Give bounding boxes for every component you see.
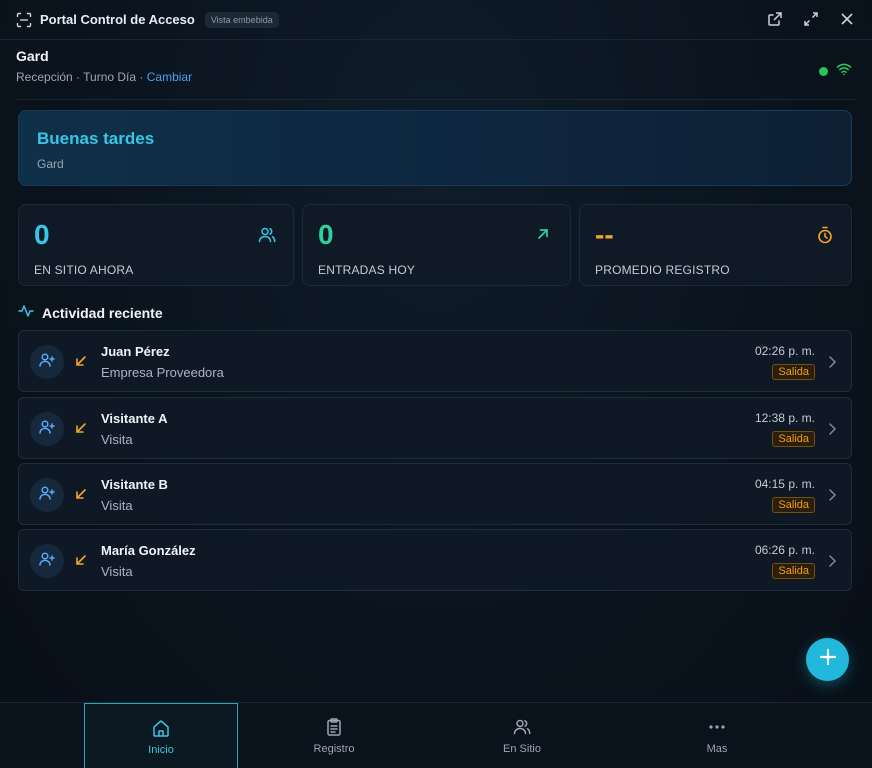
online-dot	[819, 67, 828, 76]
close-icon[interactable]	[838, 10, 856, 28]
window-actions	[766, 10, 856, 28]
nav-item-registro[interactable]: Registro	[257, 703, 411, 768]
activity-title: Actividad reciente	[42, 304, 163, 321]
activity-icon	[18, 303, 34, 322]
avatar	[30, 345, 64, 379]
activity-row[interactable]: Juan Pérez Empresa Proveedora 02:26 p. m…	[18, 330, 852, 392]
chevron-right-icon	[827, 355, 839, 369]
external-link-icon[interactable]	[766, 10, 784, 28]
change-link[interactable]: Cambiar	[147, 70, 192, 84]
visitor-name: Visitante B	[101, 477, 168, 492]
event-time: 12:38 p. m.	[754, 411, 815, 425]
visitor-company: Visita	[101, 432, 133, 447]
stat-value: 0	[318, 219, 334, 250]
avatar	[30, 478, 64, 512]
user-plus-icon	[38, 351, 56, 374]
stat-label: PROMEDIO REGISTRO	[595, 263, 730, 277]
arrow-down-left-icon	[74, 421, 88, 435]
stat-value: --	[595, 219, 614, 250]
embed-badge: Vista embebida	[204, 11, 279, 28]
visitor-company: Visita	[101, 498, 133, 513]
user-plus-icon	[38, 550, 56, 573]
status-badge: Salida	[772, 431, 815, 447]
arrow-down-left-icon	[74, 354, 88, 368]
stopwatch-icon	[815, 225, 837, 247]
nav-label: Mas	[706, 743, 728, 755]
activity-row[interactable]: María González Visita 06:26 p. m. Salida	[18, 529, 852, 591]
status-badge: Salida	[772, 364, 815, 380]
chevron-right-icon	[827, 554, 839, 568]
arrow-down-left-icon	[74, 487, 88, 501]
arrow-down-left-icon	[74, 553, 88, 567]
visitor-company: Visita	[101, 564, 133, 579]
chevron-right-icon	[827, 422, 839, 436]
nav-label: Inicio	[148, 743, 174, 756]
stat-card-onsite: 0 EN SITIO AHORA	[18, 204, 294, 286]
visitor-company: Empresa Proveedora	[101, 365, 224, 380]
nav-item-inicio[interactable]: Inicio	[84, 703, 238, 768]
event-time: 04:15 p. m.	[754, 477, 815, 491]
wifi-icon	[836, 62, 852, 81]
greeting-name: Gard	[37, 157, 64, 171]
nav-label: En Sitio	[503, 743, 541, 755]
scan-icon	[16, 12, 32, 28]
greeting-title: Buenas tardes	[37, 129, 155, 148]
avatar	[30, 544, 64, 578]
app-title: Portal Control de Acceso	[40, 12, 195, 27]
user-context: Recepción · Turno Día · Cambiar	[16, 70, 856, 84]
stat-value: 0	[34, 219, 50, 250]
stat-card-entries: 0 ENTRADAS HOY	[302, 204, 571, 286]
event-time: 06:26 p. m.	[754, 543, 815, 557]
nav-item-en-sitio[interactable]: En Sitio	[445, 703, 599, 768]
stat-label: EN SITIO AHORA	[34, 263, 134, 277]
activity-section-title: Actividad reciente	[18, 303, 163, 322]
clipboard-icon	[324, 717, 344, 737]
stat-label: ENTRADAS HOY	[318, 263, 416, 277]
add-button[interactable]	[806, 638, 849, 681]
chevron-right-icon	[827, 488, 839, 502]
users-icon	[257, 225, 279, 247]
user-name: Gard	[16, 48, 49, 64]
activity-row[interactable]: Visitante B Visita 04:15 p. m. Salida	[18, 463, 852, 525]
status-badge: Salida	[772, 563, 815, 579]
visitor-name: María González	[101, 543, 196, 558]
more-icon	[707, 717, 727, 737]
greeting-card: Buenas tardes Gard	[18, 110, 852, 186]
visitor-name: Juan Pérez	[101, 344, 170, 359]
visitor-name: Visitante A	[101, 411, 168, 426]
maximize-icon[interactable]	[802, 10, 820, 28]
nav-item-mas[interactable]: Mas	[640, 703, 794, 768]
stat-card-average: -- PROMEDIO REGISTRO	[579, 204, 852, 286]
user-header: Gard Recepción · Turno Día · Cambiar	[16, 48, 856, 100]
user-location: Recepción · Turno Día ·	[16, 70, 144, 84]
title-bar: Portal Control de Acceso Vista embebida	[0, 0, 872, 40]
app-window: Portal Control de Acceso Vista embebida …	[0, 0, 872, 768]
user-plus-icon	[38, 418, 56, 441]
plus-icon	[819, 648, 837, 671]
nav-label: Registro	[313, 743, 355, 755]
home-icon	[151, 718, 171, 738]
bottom-nav: Inicio Registro En Sitio Mas	[0, 702, 872, 768]
users-icon	[512, 717, 532, 737]
arrow-up-right-icon	[534, 225, 556, 247]
avatar	[30, 412, 64, 446]
status-badge: Salida	[772, 497, 815, 513]
event-time: 02:26 p. m.	[754, 344, 815, 358]
activity-row[interactable]: Visitante A Visita 12:38 p. m. Salida	[18, 397, 852, 459]
user-plus-icon	[38, 484, 56, 507]
connection-status	[819, 62, 852, 81]
